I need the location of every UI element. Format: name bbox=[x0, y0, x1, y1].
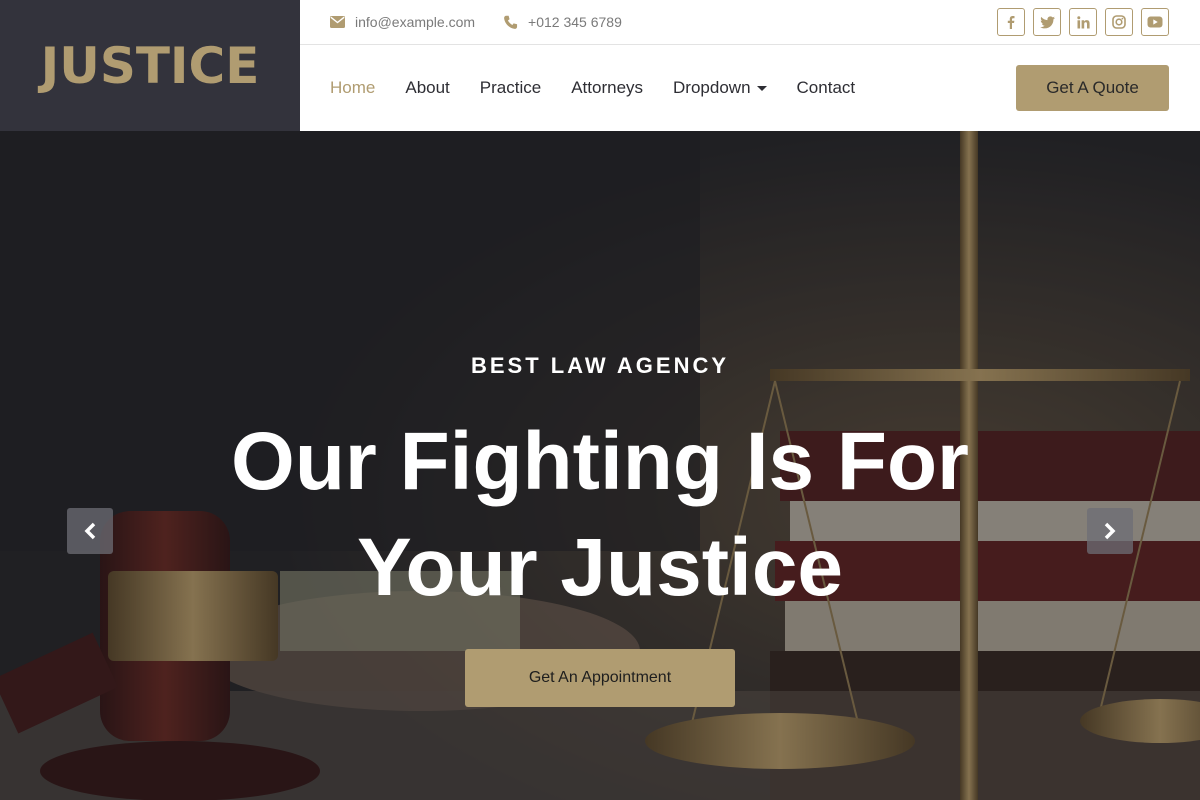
phone-text: +012 345 6789 bbox=[528, 14, 622, 30]
hero-title-line-2: Your Justice bbox=[356, 522, 844, 613]
carousel-prev-button[interactable] bbox=[67, 508, 113, 554]
nav-about[interactable]: About bbox=[405, 78, 449, 98]
nav-home[interactable]: Home bbox=[330, 78, 375, 98]
email-contact[interactable]: info@example.com bbox=[330, 14, 475, 30]
phone-icon bbox=[504, 15, 518, 29]
youtube-button[interactable] bbox=[1141, 8, 1169, 36]
header: info@example.com +012 345 6789 Home Abou… bbox=[300, 0, 1200, 131]
email-text: info@example.com bbox=[355, 14, 476, 30]
nav-label: Home bbox=[330, 78, 376, 97]
caret-down-icon bbox=[756, 85, 767, 91]
linkedin-button[interactable] bbox=[1069, 8, 1097, 36]
twitter-icon bbox=[1039, 15, 1055, 28]
hero-eyebrow: BEST LAW AGENCY bbox=[470, 353, 730, 378]
envelope-icon bbox=[330, 16, 345, 28]
topbar: info@example.com +012 345 6789 bbox=[300, 0, 1200, 45]
chevron-left-icon bbox=[84, 522, 96, 540]
youtube-icon bbox=[1147, 16, 1163, 28]
facebook-button[interactable] bbox=[997, 8, 1025, 36]
instagram-button[interactable] bbox=[1105, 8, 1133, 36]
social-links bbox=[997, 8, 1169, 36]
nav-label: Practice bbox=[479, 78, 542, 97]
carousel-next-button[interactable] bbox=[1087, 508, 1133, 554]
nav-label: Contact bbox=[796, 78, 856, 97]
get-appointment-button[interactable]: Get An Appointment bbox=[465, 649, 735, 707]
linkedin-icon bbox=[1076, 15, 1090, 28]
nav-practice[interactable]: Practice bbox=[480, 78, 541, 98]
hero-title: Our Fighting Is For Your Justice bbox=[0, 409, 1200, 621]
main-nav: Home About Practice Attorneys Dropdown C… bbox=[300, 45, 1200, 131]
facebook-icon bbox=[1007, 16, 1015, 29]
hero-title-line-1: Our Fighting Is For bbox=[231, 416, 969, 507]
nav-label: About bbox=[405, 78, 450, 97]
hero-carousel: BEST LAW AGENCY Our Fighting Is For Your… bbox=[0, 131, 1200, 800]
chevron-right-icon bbox=[1104, 522, 1116, 540]
nav-label: Dropdown bbox=[673, 78, 751, 97]
phone-contact[interactable]: +012 345 6789 bbox=[503, 14, 622, 30]
twitter-button[interactable] bbox=[1033, 8, 1061, 36]
logo[interactable]: JUSTICE bbox=[0, 0, 300, 131]
get-quote-button[interactable]: Get A Quote bbox=[1016, 65, 1169, 111]
nav-attorneys[interactable]: Attorneys bbox=[571, 78, 643, 98]
nav-contact[interactable]: Contact bbox=[797, 78, 856, 98]
nav-label: Attorneys bbox=[571, 78, 644, 97]
nav-dropdown[interactable]: Dropdown bbox=[673, 78, 767, 98]
brand-name: JUSTICE bbox=[40, 36, 260, 95]
instagram-icon bbox=[1112, 15, 1126, 29]
